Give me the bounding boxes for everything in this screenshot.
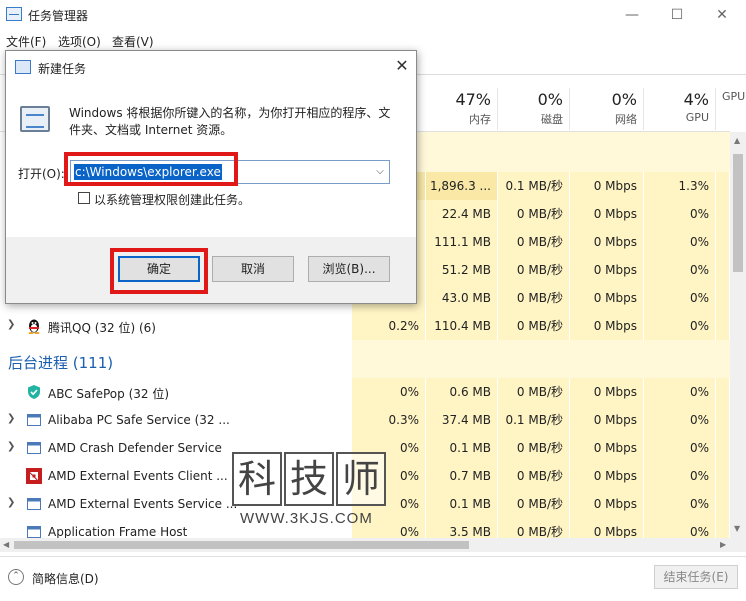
menu-file[interactable]: 文件(F) (6, 33, 46, 50)
process-name: Application Frame Host (48, 525, 188, 538)
browse-button[interactable]: 浏览(B)... (308, 256, 390, 282)
network-label: 网络 (615, 113, 637, 126)
close-button[interactable]: ✕ (707, 4, 737, 26)
minimize-button[interactable]: — (617, 4, 647, 26)
qq-penguin-icon (26, 318, 42, 334)
menu-bar: 文件(F) 选项(O) 查看(V) (0, 30, 746, 50)
scroll-up-icon[interactable]: ▲ (734, 136, 740, 145)
column-gpu[interactable]: 4% GPU (644, 88, 716, 130)
run-program-icon (20, 106, 50, 132)
expand-chevron-icon[interactable]: ❯ (7, 441, 15, 452)
run-dialog-icon (15, 60, 31, 74)
open-label: 打开(O): (18, 167, 65, 181)
watermark-char: 技 (284, 452, 334, 506)
scroll-left-icon[interactable]: ◀ (3, 540, 9, 549)
memory-label: 内存 (469, 113, 491, 126)
status-bar: ⌃ 简略信息(D) 结束任务(E) (0, 556, 746, 601)
gpu-percent: 4% (683, 90, 709, 109)
process-name: 腾讯QQ (32 位) (6) (48, 321, 156, 335)
dialog-description: Windows 将根据你所键入的名称，为你打开相应的程序、文件夹、文档或 Int… (69, 106, 391, 137)
scroll-down-icon[interactable]: ▼ (734, 524, 740, 533)
horizontal-scrollbar[interactable]: ◀ ▶ (0, 538, 746, 552)
end-task-button[interactable]: 结束任务(E) (654, 565, 738, 589)
maximize-button[interactable]: ☐ (662, 4, 692, 26)
collapse-chevron-icon[interactable]: ⌃ (8, 569, 24, 585)
expand-chevron-icon[interactable]: ❯ (7, 413, 15, 424)
service-window-icon (26, 496, 42, 512)
amd-logo-icon (26, 468, 42, 484)
scroll-right-icon[interactable]: ▶ (720, 540, 726, 549)
watermark-url: WWW.3KJS.COM (240, 510, 373, 527)
column-memory[interactable]: 47% 内存 (426, 88, 498, 130)
cancel-button[interactable]: 取消 (212, 256, 294, 282)
vertical-scrollbar[interactable]: ▲ ▼ (730, 132, 746, 538)
shield-icon (26, 384, 42, 400)
gpu-engine-label: GPU (722, 90, 746, 103)
disk-label: 磁盘 (541, 113, 563, 126)
process-name: AMD External Events Service ... (48, 497, 238, 511)
service-window-icon (26, 524, 42, 538)
admin-privilege-label[interactable]: 以系统管理权限创建此任务。 (94, 191, 250, 208)
watermark: 科技师 (232, 452, 388, 508)
chevron-down-icon[interactable]: ⌵ (373, 164, 387, 180)
table-row[interactable]: ❯ Alibaba PC Safe Service (32 ... 0.3% 3… (0, 406, 730, 434)
annotation-box-input (64, 152, 238, 186)
expand-chevron-icon[interactable]: ❯ (7, 319, 15, 330)
expand-chevron-icon[interactable]: ❯ (7, 497, 15, 508)
task-manager-titlebar: 任务管理器 — ☐ ✕ (0, 0, 746, 30)
background-processes-header[interactable]: 后台进程 (111) (8, 352, 113, 373)
admin-privilege-checkbox[interactable] (78, 192, 90, 204)
service-window-icon (26, 412, 42, 428)
watermark-char: 师 (336, 452, 386, 506)
process-name: ABC SafePop (32 位) (48, 387, 170, 401)
process-name: Alibaba PC Safe Service (32 ... (48, 413, 230, 427)
disk-percent: 0% (537, 90, 563, 109)
network-percent: 0% (611, 90, 637, 109)
column-disk[interactable]: 0% 磁盘 (498, 88, 570, 130)
dialog-close-icon[interactable]: ✕ (390, 55, 414, 77)
process-name: AMD Crash Defender Service (48, 441, 222, 455)
table-row[interactable]: ❯ 腾讯QQ (32 位) (6) 0.2% 110.4 MB 0 MB/秒 0… (0, 312, 730, 340)
window-title: 任务管理器 (28, 9, 89, 23)
column-gpu-engine[interactable]: GPU (716, 88, 746, 130)
column-network[interactable]: 0% 网络 (570, 88, 644, 130)
memory-percent: 47% (455, 90, 491, 109)
menu-view[interactable]: 查看(V) (112, 33, 154, 50)
fewer-details-link[interactable]: 简略信息(D) (32, 570, 99, 587)
annotation-box-ok (110, 248, 208, 294)
horizontal-scroll-thumb[interactable] (14, 541, 469, 549)
table-row[interactable]: ABC SafePop (32 位) 0% 0.6 MB 0 MB/秒 0 Mb… (0, 378, 730, 406)
watermark-char: 科 (232, 452, 282, 506)
dialog-title: 新建任务 (38, 62, 87, 76)
menu-options[interactable]: 选项(O) (58, 33, 101, 50)
task-manager-icon (6, 7, 22, 21)
vertical-scroll-thumb[interactable] (733, 154, 743, 272)
gpu-label: GPU (685, 111, 709, 124)
service-window-icon (26, 440, 42, 456)
process-name: AMD External Events Client ... (48, 469, 228, 483)
